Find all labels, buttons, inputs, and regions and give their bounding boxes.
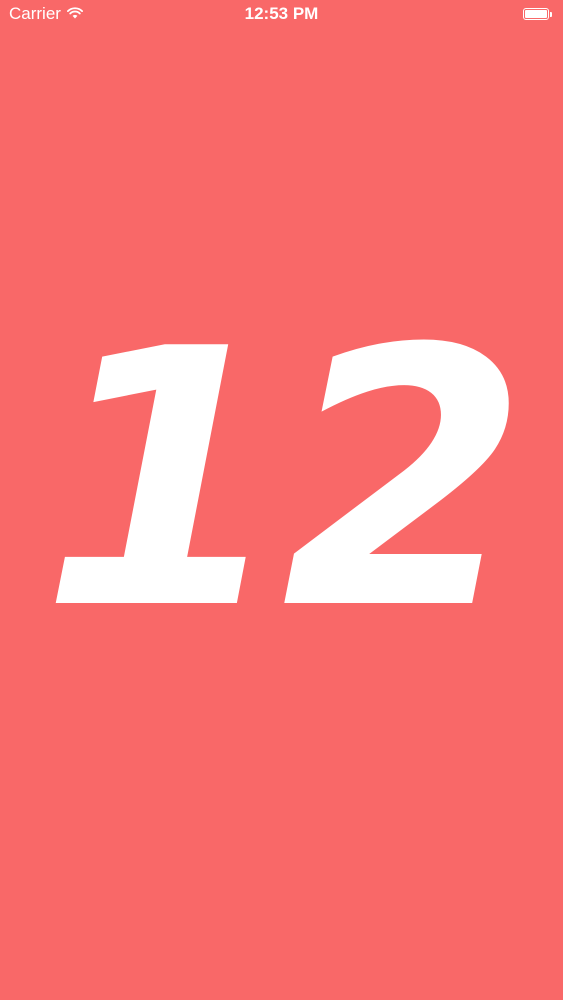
status-time: 12:53 PM [244,4,319,23]
status-bar: Carrier 12:53 PM [0,0,563,30]
battery-icon [523,7,554,21]
countdown-number: 12 [40,273,528,687]
